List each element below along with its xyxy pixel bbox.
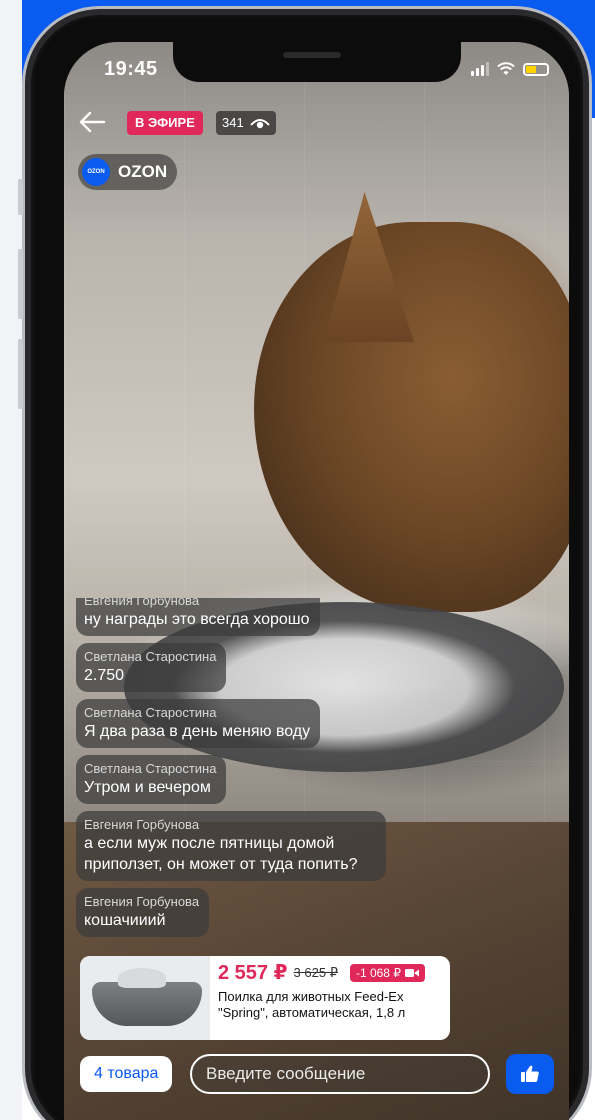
channel-name: OZON [118,162,168,181]
chat-message-text: Я два раза в день меняю воду [84,723,311,740]
video-icon [404,968,419,977]
page-background-left [0,0,22,1120]
chat-message-text: 2.750 [84,667,125,684]
chat-feed: Евгения Горбунова ну награды это всегда … [76,598,416,937]
phone-screen: 19:45 В ЭФИРЕ 341 OZON OZON Евгения Горб… [64,42,569,1120]
product-discount-badge: -1 068 ₽ [349,963,425,982]
chat-message-text: а если муж после пятницы домой приползет… [84,835,358,873]
like-button[interactable] [506,1054,554,1094]
chat-message: Евгения Горбунова ну награды это всегда … [76,598,320,636]
phone-notch [173,42,461,82]
wifi-icon [497,62,515,75]
eye-icon [249,119,270,129]
channel-chip[interactable]: OZON OZON [78,154,178,190]
signal-icon [471,62,489,76]
product-info: 2 557 ₽ 3 625 ₽ -1 068 ₽ Поилка для живо… [210,956,450,1040]
phone-volume-down [18,339,23,409]
chat-message-author: Евгения Горбунова [84,894,200,909]
phone-silent-switch [18,179,23,215]
product-card[interactable]: 2 557 ₽ 3 625 ₽ -1 068 ₽ Поилка для живо… [80,956,450,1040]
viewer-count: 341 [216,111,276,135]
chat-message-author: Евгения Горбунова [84,817,200,832]
chat-message-author: Светлана Старостина [84,649,217,664]
chat-message: Евгения Горбунова кошачииий [76,888,210,937]
channel-logo: OZON [82,158,110,186]
thumbs-up-icon [521,1065,539,1082]
product-price-row: 2 557 ₽ 3 625 ₽ -1 068 ₽ [218,960,442,985]
status-time: 19:45 [104,58,158,80]
chat-message-text: Утром и вечером [84,779,211,796]
chat-message-author: Евгения Горбунова [84,598,200,608]
chat-message: Светлана Старостина Утром и вечером [76,755,227,804]
product-price: 2 557 ₽ [218,962,288,984]
chat-message: Светлана Старостина 2.750 [76,643,227,692]
viewer-count-value: 341 [222,115,244,130]
phone-volume-up [18,249,23,319]
status-icons [471,62,549,76]
chat-message-author: Светлана Старостина [84,705,217,720]
product-image [80,956,210,1040]
chat-message-text: кошачииий [84,912,166,929]
message-input[interactable] [190,1054,490,1094]
battery-icon [523,62,549,76]
product-discount: -1 068 ₽ [355,965,401,980]
chat-message-author: Светлана Старостина [84,761,217,776]
goods-button[interactable]: 4 товара [80,1056,173,1092]
chat-message-text: ну награды это всегда хорошо [84,611,310,628]
back-arrow-icon[interactable] [78,110,106,134]
chat-message: Светлана Старостина Я два раза в день ме… [76,699,321,748]
live-badge: В ЭФИРЕ [127,111,203,135]
chat-message: Евгения Горбунова а если муж после пятни… [76,811,386,881]
product-title: Поилка для животных Feed-Ex "Spring", ав… [218,989,406,1020]
product-old-price: 3 625 ₽ [293,964,338,980]
